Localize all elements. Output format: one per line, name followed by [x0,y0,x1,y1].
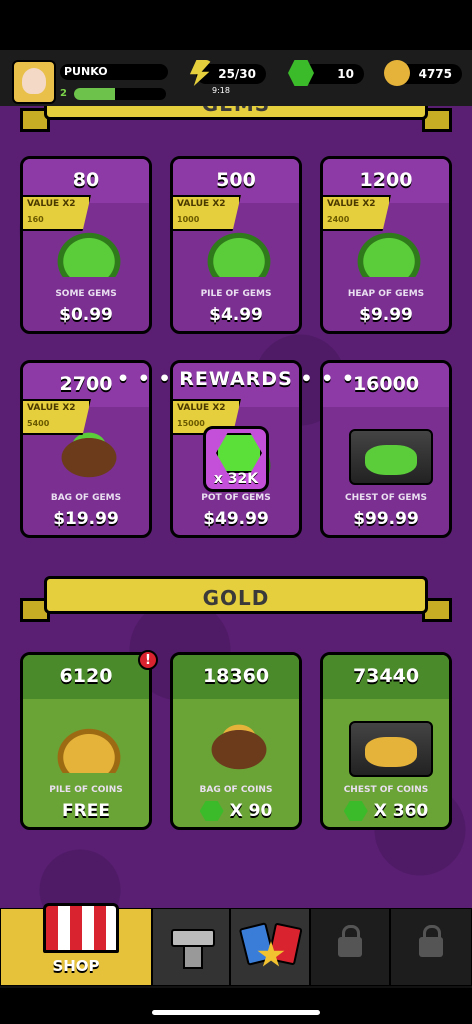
pack-price: FREE [62,801,110,821]
pack-name: CHEST OF COINS [343,785,429,795]
value-label: VALUE X2 [327,199,376,209]
tab-locked-2[interactable] [390,908,472,986]
pack-price: $4.99 [209,305,263,325]
pack-name: SOME GEMS [55,289,117,299]
pack-price: $9.99 [359,305,413,325]
reward-gem-box[interactable]: x 32K [203,426,269,492]
coin-chest-icon [349,721,433,777]
energy-timer: 9:18 [212,86,230,95]
value-tag: VALUE X2 5400 [23,399,91,435]
coin-pile-icon [49,721,129,773]
home-indicator[interactable] [152,1010,320,1015]
value-label: VALUE X2 [27,199,76,209]
gem-bag-icon [49,429,129,481]
gold-pack-card[interactable]: 6120 PILE OF COINS FREE [20,652,152,830]
gold-pack-card[interactable]: 18360 BAG OF COINS X 90 [170,652,302,830]
value-label: VALUE X2 [177,199,226,209]
xp-bar-fill [74,88,116,100]
value-label: VALUE X2 [177,403,226,413]
value-label: VALUE X2 [27,403,76,413]
pack-price: $0.99 [59,305,113,325]
value-amount: 15000 [177,419,205,428]
gem-chest-icon [349,429,433,485]
pack-name: BAG OF COINS [199,785,273,795]
pack-amount: 18360 [202,665,270,687]
value-amount: 160 [27,215,44,224]
pack-price: X 360 [373,801,429,821]
pack-price-row: X 360 [323,801,449,821]
pack-name: POT OF GEMS [201,493,271,503]
pack-price: $49.99 [203,509,269,529]
pack-name: PILE OF GEMS [200,289,272,299]
tab-shop[interactable]: SHOP [0,903,152,986]
gem-pack-card[interactable]: 500 VALUE X2 1000 PILE OF GEMS $4.99 [170,156,302,334]
lock-icon [338,925,362,957]
coin-add-icon[interactable] [384,60,410,86]
player-level: 2 [60,88,67,99]
tab-forge[interactable] [152,908,230,986]
gem-icon [216,433,262,473]
pack-price: $99.99 [353,509,419,529]
gold-pack-card[interactable]: 73440 CHEST OF COINS X 360 [320,652,452,830]
gem-pack-card[interactable]: 1200 VALUE X2 2400 HEAP OF GEMS $9.99 [320,156,452,334]
gem-pack-card[interactable]: 80 VALUE X2 160 SOME GEMS $0.99 [20,156,152,334]
tab-cards[interactable] [230,908,310,986]
pack-name: BAG OF GEMS [50,493,122,503]
pack-amount: 500 [216,169,256,191]
pack-name: PILE OF COINS [49,785,123,795]
gem-pile-icon [49,225,129,277]
pack-price-row: X 90 [173,801,299,821]
gold-section-title: GOLD [44,576,428,614]
value-tag: VALUE X2 1000 [173,195,241,231]
rewards-title: • • • REWARDS • • • [116,368,356,390]
value-tag: VALUE X2 2400 [323,195,391,231]
pack-price: $19.99 [53,509,119,529]
alert-badge: ! [138,650,158,670]
pack-amount: 6120 [59,665,113,687]
lock-icon [419,925,443,957]
tab-locked-1[interactable] [310,908,390,986]
xp-bar [74,88,166,100]
pack-amount: 80 [72,169,100,191]
gem-icon [343,801,368,821]
pack-amount: 1200 [359,169,413,191]
player-name: PUNKO [60,64,168,80]
player-avatar[interactable] [12,60,56,104]
gem-pile-icon [199,225,279,277]
value-amount: 5400 [27,419,50,428]
coin-bag-icon [199,721,279,773]
anvil-base [183,945,203,969]
reward-count: x 32K [213,471,259,487]
pack-price: X 90 [229,801,273,821]
bottom-tab-bar: SHOP [0,903,472,988]
gem-icon [199,801,224,821]
pack-name: HEAP OF GEMS [347,289,425,299]
gem-heap-icon [349,225,429,277]
tab-label: SHOP [52,957,100,975]
top-bar: PUNKO 2 25/30 9:18 10 4775 [0,50,472,106]
value-tag: VALUE X2 160 [23,195,91,231]
value-amount: 2400 [327,215,350,224]
value-amount: 1000 [177,215,200,224]
pack-name: CHEST OF GEMS [345,493,427,503]
shop-icon [43,903,119,953]
pack-amount: 73440 [352,665,420,687]
